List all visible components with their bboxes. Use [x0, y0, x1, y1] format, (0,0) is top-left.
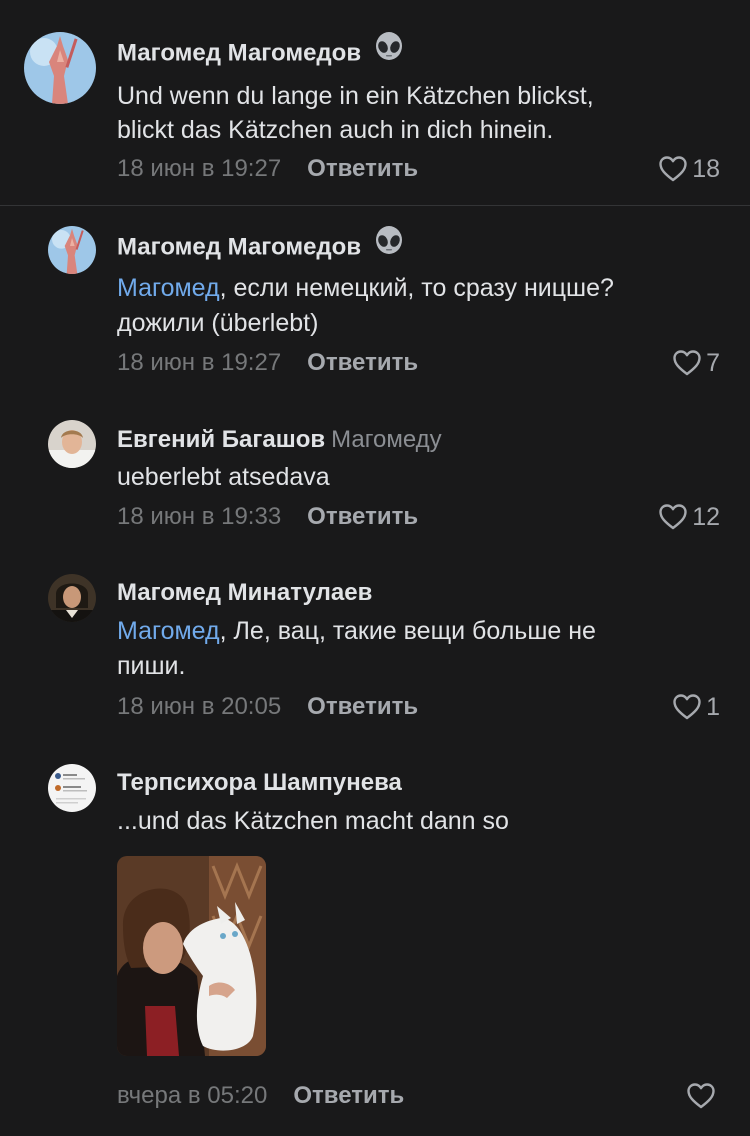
comment-header: Евгений Багашов Магомеду	[117, 425, 442, 455]
comment-date[interactable]: 18 июн в 19:27	[117, 349, 281, 376]
divider	[0, 205, 750, 206]
photo-attachment[interactable]	[117, 856, 266, 1056]
comment-date[interactable]: 18 июн в 20:05	[117, 693, 281, 720]
reply-button[interactable]: Ответить	[293, 1082, 404, 1109]
heart-icon	[658, 503, 688, 531]
avatar[interactable]	[48, 764, 96, 812]
alien-icon	[373, 225, 405, 265]
like-count: 1	[706, 692, 720, 721]
comment-meta: вчера в 05:20 Ответить	[117, 1081, 404, 1111]
like-button[interactable]: 1	[672, 692, 720, 722]
like-button[interactable]: 7	[672, 348, 720, 378]
comment-text-line-1: Магомед, Ле, вац, такие вещи больше не	[117, 613, 596, 649]
author-name[interactable]: Евгений Багашов	[117, 426, 325, 453]
author-name[interactable]: Магомед Минатулаев	[117, 579, 372, 606]
avatar[interactable]	[24, 32, 96, 104]
reply-button[interactable]: Ответить	[307, 349, 418, 376]
like-button[interactable]: 12	[658, 502, 720, 532]
reply-button[interactable]: Ответить	[307, 155, 418, 182]
like-button[interactable]	[686, 1081, 720, 1111]
comment-meta: 18 июн в 19:33 Ответить	[117, 502, 418, 532]
mention-link[interactable]: Магомед	[117, 617, 220, 645]
comment-text-line-1: Магомед, если немецкий, то сразу ницше?	[117, 270, 614, 306]
reply-button[interactable]: Ответить	[307, 503, 418, 530]
comment-header: Терпсихора Шампунева	[117, 768, 402, 798]
reply-to-link[interactable]: Магомеду	[331, 426, 442, 453]
comment-text-line-2: дожили (überlebt)	[117, 309, 319, 337]
comment-text-line-1: ueberlebt atsedava	[117, 463, 330, 491]
heart-icon	[672, 349, 702, 377]
comment-header: Магомед Магомедов	[117, 226, 405, 265]
alien-icon	[373, 31, 405, 71]
comment-text-line-1: Und wenn du lange in ein Kätzchen blicks…	[117, 82, 594, 110]
avatar[interactable]	[48, 226, 96, 274]
comment-header: Магомед Минатулаев	[117, 578, 372, 608]
comment-meta: 18 июн в 20:05 Ответить	[117, 692, 418, 722]
comment-date[interactable]: 18 июн в 19:27	[117, 155, 281, 182]
author-name[interactable]: Магомед Магомедов	[117, 39, 361, 66]
reply-button[interactable]: Ответить	[307, 693, 418, 720]
author-name[interactable]: Магомед Магомедов	[117, 233, 361, 260]
comment-text-line-1: ...und das Kätzchen macht dann so	[117, 807, 509, 835]
heart-icon	[686, 1082, 716, 1110]
comment-meta: 18 июн в 19:27 Ответить	[117, 348, 418, 378]
comment-text-line-2: пиши.	[117, 652, 186, 680]
comment-text: , если немецкий, то сразу ницше?	[219, 274, 614, 302]
comment-date[interactable]: 18 июн в 19:33	[117, 503, 281, 530]
like-count: 7	[706, 348, 720, 377]
comment-text-line-2: blickt das Kätzchen auch in dich hinein.	[117, 116, 554, 144]
avatar[interactable]	[48, 574, 96, 622]
like-button[interactable]: 18	[658, 154, 720, 184]
comment-text: , Ле, вац, такие вещи больше не	[219, 617, 596, 645]
comment-header: Магомед Магомедов	[117, 32, 405, 71]
author-name[interactable]: Терпсихора Шампунева	[117, 769, 402, 796]
comment-date[interactable]: вчера в 05:20	[117, 1082, 267, 1109]
avatar[interactable]	[48, 420, 96, 468]
heart-icon	[672, 693, 702, 721]
heart-icon	[658, 155, 688, 183]
like-count: 12	[692, 502, 720, 531]
like-count: 18	[692, 154, 720, 183]
comment-meta: 18 июн в 19:27 Ответить	[117, 154, 418, 184]
mention-link[interactable]: Магомед	[117, 274, 220, 302]
